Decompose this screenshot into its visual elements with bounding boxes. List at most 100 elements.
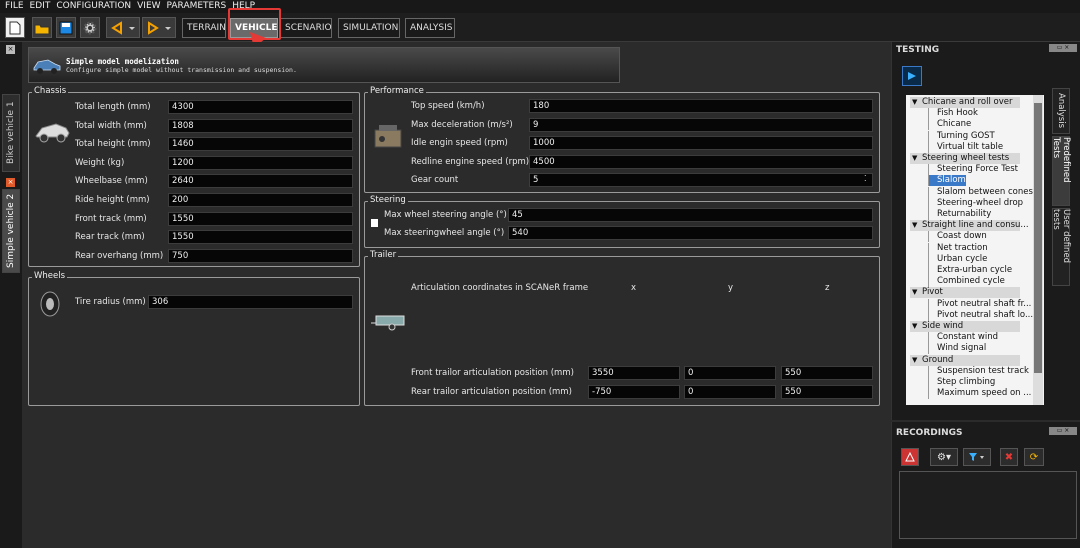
tab-user-defined-tests[interactable]: User defined tests [1051,208,1071,286]
chevron-down-icon[interactable]: ▼ [912,97,917,108]
save-icon[interactable] [56,17,76,38]
tree-item[interactable]: Turning GOST [928,130,995,142]
chevron-down-icon[interactable]: ▼ [912,321,917,332]
menu-view[interactable]: VIEW [137,0,160,13]
next-icon[interactable] [142,17,176,38]
chassis-label: Total length (mm) [75,102,151,112]
document-icon [371,219,378,227]
chassis-label: Weight (kg) [75,157,125,168]
tree-item[interactable]: Fish Hook [928,108,978,120]
chassis-field[interactable]: 1550 [168,230,353,245]
spin-arrows-icon[interactable]: ⁚ [864,174,867,183]
close-icon[interactable]: × [6,45,15,54]
tree-item[interactable]: Net traction [928,242,988,254]
tree-category[interactable]: ▼ Steering wheel tests [910,153,1020,164]
chassis-field[interactable]: 2640 [168,174,353,189]
window-controls-icon[interactable]: ▭ × [1049,427,1077,435]
tab-predefined-tests[interactable]: Predefined Tests [1051,136,1071,206]
tree-item[interactable]: Suspension test track [928,365,1029,377]
trailer-z-field[interactable]: 550 [781,366,873,380]
recordings-list[interactable] [899,471,1077,539]
tree-category[interactable]: ▼ Straight line and consu... [910,220,1029,232]
trailer-y-field[interactable]: 0 [684,366,776,380]
steering-field[interactable]: 45 [508,208,873,222]
steering-label: Max steeringwheel angle (°) [384,228,505,238]
tab-terrain[interactable]: TERRAIN [182,18,226,38]
refresh-icon[interactable]: ⟳ [1024,448,1044,466]
chassis-field[interactable]: 200 [168,193,353,207]
chassis-field[interactable]: 1808 [168,118,353,133]
performance-field[interactable]: 9 [529,117,873,132]
tab-analysis[interactable]: ANALYSIS [405,18,455,38]
tree-item[interactable]: Extra-urban cycle [928,265,1012,276]
performance-field[interactable]: 180 [529,99,873,113]
chassis-label: Rear overhang (mm) [75,250,164,261]
tree-item[interactable]: Wind signal [928,343,986,355]
chassis-field[interactable]: 1200 [168,155,353,170]
tab-simple-vehicle-2[interactable]: Simple vehicle 2 [2,189,20,273]
chassis-title: Chassis [32,86,69,96]
tree-item[interactable]: Returnability [928,209,991,220]
tree-item[interactable]: Pivot neutral shaft lo... [928,309,1033,321]
tree-category[interactable]: ▼ Side wind [910,321,1020,332]
menu-edit[interactable]: EDIT [30,0,51,13]
chevron-down-icon[interactable]: ▼ [912,287,917,298]
chassis-field[interactable]: 4300 [168,100,353,114]
chevron-down-icon[interactable]: ▼ [912,220,917,231]
tree-category-label: Chicane and roll over [922,97,1013,107]
tree-category-label: Straight line and consu... [922,220,1029,231]
performance-field[interactable]: 4500 [529,154,873,169]
new-icon[interactable] [5,17,25,38]
close-icon[interactable]: × [6,178,15,187]
chassis-field[interactable]: 1550 [168,211,353,226]
prev-icon[interactable] [106,17,140,38]
tree-category-label: Steering wheel tests [922,153,1010,163]
tire-radius-field[interactable]: 306 [148,295,353,309]
tree-item[interactable]: Steering-wheel drop [928,197,1023,209]
tree-item[interactable]: Slalom between cones [928,186,1033,198]
menu-configuration[interactable]: CONFIGURATION [56,0,131,13]
gear-count-spinbox[interactable]: 5 [529,173,873,188]
chevron-down-icon[interactable]: ▼ [912,153,917,164]
delete-icon[interactable]: ✖ [1000,448,1018,466]
tree-item[interactable]: Constant wind [928,332,998,344]
chevron-down-icon[interactable]: ▼ [912,355,917,366]
settings-dropdown-icon[interactable]: ⚙▾ [930,448,958,466]
tree-item[interactable]: Urban cycle [928,253,987,265]
tree-item[interactable]: Step climbing [928,377,995,388]
tree-item[interactable]: Maximum speed on ... [928,388,1031,400]
trailer-x-field[interactable]: 3550 [588,366,680,380]
tree-category[interactable]: ▼ Pivot [910,287,1020,299]
chassis-label: Total height (mm) [75,139,151,150]
tree-item[interactable]: Steering Force Test [928,164,1018,176]
tab-bike-vehicle-1[interactable]: Bike vehicle 1 [2,94,20,172]
record-icon[interactable] [901,448,919,466]
tree-category[interactable]: ▼ Ground [910,354,1020,366]
filter-dropdown-icon[interactable] [963,448,991,466]
chassis-label: Total width (mm) [75,120,147,131]
gear-icon[interactable] [80,17,100,38]
col-y: y [728,283,734,293]
tree-item[interactable]: Combined cycle [928,276,1005,288]
menu-parameters[interactable]: PARAMETERS [167,0,227,13]
open-icon[interactable] [32,17,52,38]
steering-field[interactable]: 540 [508,226,873,240]
play-icon[interactable] [902,66,922,86]
tree-item[interactable]: Chicane [928,119,971,131]
tab-analysis-side[interactable]: Analysis [1052,88,1070,134]
trailer-x-field[interactable]: -750 [588,385,680,399]
performance-field[interactable]: 1000 [529,136,873,151]
window-controls-icon[interactable]: ▭ × [1049,44,1077,52]
chassis-field[interactable]: 750 [168,248,353,263]
steering-label: Max wheel steering angle (°) [384,210,507,220]
tree-item[interactable]: Pivot neutral shaft fr... [928,298,1031,310]
menu-file[interactable]: FILE [5,0,24,13]
tree-item[interactable]: Virtual tilt table [928,141,1003,153]
tree-category[interactable]: ▼ Chicane and roll over [910,97,1020,108]
tree-item-selected[interactable]: Slalom [928,175,966,187]
trailer-z-field[interactable]: 550 [781,385,873,399]
chassis-field[interactable]: 1460 [168,137,353,152]
tree-scrollbar[interactable] [1033,95,1043,405]
tree-item[interactable]: Coast down [928,231,987,243]
trailer-y-field[interactable]: 0 [684,385,776,399]
